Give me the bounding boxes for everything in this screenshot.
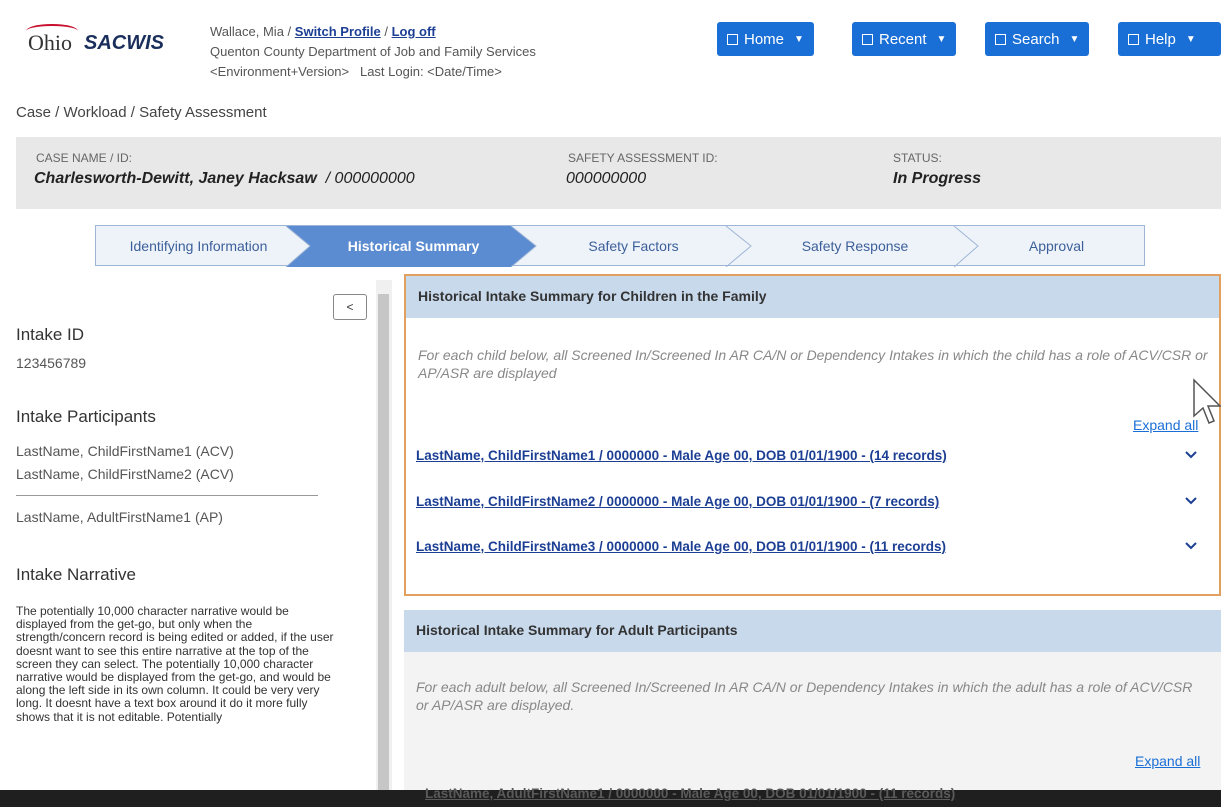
agency-name: Quenton County Department of Job and Fam…: [210, 44, 536, 59]
help-menu-button[interactable]: Help ▼: [1118, 22, 1221, 56]
step-approval[interactable]: Approval: [969, 226, 1144, 265]
chevron-down-icon: ▼: [794, 33, 804, 45]
children-history-section: Historical Intake Summary for Children i…: [404, 274, 1221, 596]
switch-profile-link[interactable]: Switch Profile: [295, 24, 381, 39]
children-section-title: Historical Intake Summary for Children i…: [406, 276, 1219, 318]
search-menu-button[interactable]: Search ▼: [985, 22, 1090, 56]
breadcrumb[interactable]: Case / Workload / Safety Assessment: [16, 104, 267, 121]
home-icon: [727, 33, 738, 45]
step-identifying-information[interactable]: Identifying Information: [96, 226, 301, 265]
adults-section-title: Historical Intake Summary for Adult Part…: [404, 610, 1221, 652]
intake-narrative-label: Intake Narrative: [16, 565, 136, 584]
home-menu-button[interactable]: Home ▼: [717, 22, 814, 56]
adults-history-section: Historical Intake Summary for Adult Part…: [404, 610, 1221, 807]
intake-id-value: 123456789: [16, 355, 87, 371]
intake-narrative-text: The potentially 10,000 character narrati…: [16, 604, 334, 724]
mouse-cursor-icon: [1193, 378, 1221, 424]
app-header: Ohio SACWIS Wallace, Mia / Switch Profil…: [0, 0, 1221, 100]
adults-expand-all-link[interactable]: Expand all: [1135, 753, 1200, 769]
child-row-link[interactable]: LastName, ChildFirstName3 / 0000000 - Ma…: [416, 539, 946, 554]
adult-row-link[interactable]: LastName, AdultFirstName1 / 0000000 - Ma…: [425, 786, 955, 801]
participant-item: LastName, ChildFirstName2 (ACV): [16, 466, 234, 482]
participant-item: LastName, AdultFirstName1 (AP): [16, 509, 223, 525]
case-name-label: CASE NAME / ID:: [36, 151, 133, 165]
participant-item: LastName, ChildFirstName1 (ACV): [16, 443, 234, 459]
chevron-down-icon[interactable]: [1184, 539, 1198, 553]
user-info: Wallace, Mia / Switch Profile / Log off …: [210, 24, 536, 79]
children-expand-all-link[interactable]: Expand all: [1133, 417, 1198, 433]
last-login: Last Login: <Date/Time>: [359, 64, 502, 79]
intake-participants-label: Intake Participants: [16, 407, 156, 426]
chevron-down-icon: ▼: [1185, 33, 1196, 45]
safety-assessment-id-value: 000000000: [566, 170, 647, 187]
intake-side-panel: < Intake ID 123456789 Intake Participant…: [0, 280, 392, 807]
progress-stepper: Identifying Information Historical Summa…: [95, 225, 1145, 267]
adults-section-description: For each adult below, all Screened In/Sc…: [416, 679, 1193, 713]
safety-assessment-id-label: SAFETY ASSESSMENT ID:: [568, 151, 718, 165]
status-value: In Progress: [893, 170, 982, 187]
environment-version: <Environment+Version>: [210, 64, 350, 79]
step-safety-factors[interactable]: Safety Factors: [526, 226, 741, 265]
logo-ohio-text: Ohio: [28, 30, 72, 55]
chevron-down-icon: ▼: [1069, 33, 1080, 45]
divider: [16, 495, 318, 496]
chevron-down-icon[interactable]: [1184, 448, 1198, 462]
log-off-link[interactable]: Log off: [392, 24, 436, 39]
child-row-link[interactable]: LastName, ChildFirstName2 / 0000000 - Ma…: [416, 494, 939, 509]
user-name: Wallace, Mia: [210, 24, 284, 39]
chevron-down-icon[interactable]: [1184, 494, 1198, 508]
children-section-description: For each child below, all Screened In/Sc…: [418, 347, 1208, 381]
case-name-value: Charlesworth-Dewitt, Janey Hacksaw / 000…: [34, 170, 415, 187]
collapse-panel-button[interactable]: <: [333, 294, 367, 320]
step-safety-response[interactable]: Safety Response: [741, 226, 969, 265]
help-icon: [1128, 33, 1139, 45]
step-historical-summary[interactable]: Historical Summary: [301, 226, 526, 265]
case-banner: CASE NAME / ID: Charlesworth-Dewitt, Jan…: [16, 137, 1221, 209]
recent-menu-button[interactable]: Recent ▼: [852, 22, 957, 56]
logo-sacwis-text: SACWIS: [84, 32, 164, 54]
chevron-down-icon: ▼: [936, 33, 947, 45]
intake-id-label: Intake ID: [16, 325, 85, 344]
search-icon: [995, 33, 1006, 45]
child-row-link[interactable]: LastName, ChildFirstName1 / 0000000 - Ma…: [416, 448, 947, 463]
recent-icon: [862, 33, 873, 45]
ohio-sacwis-logo[interactable]: Ohio SACWIS: [26, 22, 176, 72]
status-label: STATUS:: [893, 151, 942, 165]
scrollbar-thumb[interactable]: [378, 294, 389, 794]
